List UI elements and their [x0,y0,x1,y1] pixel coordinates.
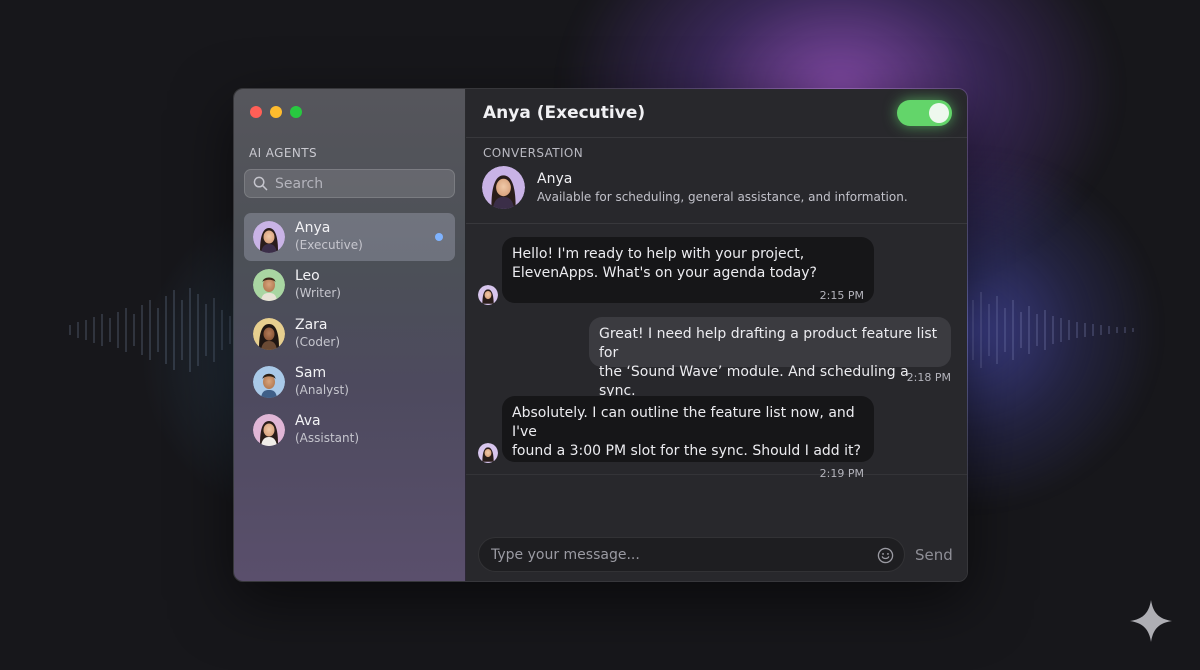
agent-role: (Executive) [295,238,363,252]
sidebar-item-anya[interactable]: Anya (Executive) [244,213,455,261]
sidebar-item-zara[interactable]: Zara (Coder) [244,310,455,358]
app-window: AI AGENTS Anya (Executive) [233,88,968,582]
chat-panel: Anya (Executive) CONVERSATION Anya Avail… [466,89,967,581]
zoom-window-button[interactable] [290,106,302,118]
message-timestamp: 2:15 PM [819,289,864,302]
agent-active-toggle[interactable] [897,100,952,126]
search-box[interactable] [244,169,455,198]
composer: Send [478,537,958,572]
sidebar-item-sam[interactable]: Sam (Analyst) [244,358,455,406]
conversation-agent-description: Available for scheduling, general assist… [537,189,908,204]
close-window-button[interactable] [250,106,262,118]
agent-name: Leo [295,268,320,285]
sidebar: AI AGENTS Anya (Executive) [234,89,466,581]
avatar [253,365,285,398]
message-line: found a 3:00 PM slot for the sync. Shoul… [512,443,861,459]
window-controls [250,106,302,118]
sparkle-icon [1130,600,1172,642]
sidebar-item-ava[interactable]: Ava (Assistant) [244,406,455,454]
agent-role: (Coder) [295,334,341,349]
send-button[interactable]: Send [915,546,953,564]
agent-role: (Analyst) [295,382,349,397]
toggle-knob [929,103,949,123]
avatar [478,443,498,463]
audio-waveform-visualizer [483,483,950,523]
message-line: ElevenApps. What's on your agenda today? [512,265,817,281]
agent-name: Anya [295,220,331,236]
unread-indicator [435,233,443,241]
avatar [482,166,525,209]
message-line: Great! I need help drafting a product fe… [599,326,938,361]
message-list: Hello! I'm ready to help with your proje… [466,224,967,480]
page-title: Anya (Executive) [483,103,646,123]
avatar [253,317,285,350]
sidebar-section-label: AI AGENTS [249,146,317,160]
chat-header: Anya (Executive) [466,89,967,138]
voice-waveform [466,474,967,528]
agent-name: Sam [295,364,327,381]
emoji-icon[interactable] [877,547,894,564]
conversation-agent-card: Anya Available for scheduling, general a… [482,166,908,209]
message-line: Absolutely. I can outline the feature li… [512,405,855,440]
message-input-box[interactable] [478,537,905,572]
sidebar-item-leo[interactable]: Leo (Writer) [244,261,455,309]
agent-role: (Assistant) [295,431,360,446]
minimize-window-button[interactable] [270,106,282,118]
agent-list: Anya (Executive) Leo (Writer) Zara (Code… [244,213,455,454]
message-line: Hello! I'm ready to help with your proje… [512,246,805,262]
conversation-label: CONVERSATION [483,146,584,160]
agent-name: Zara [295,316,328,333]
agent-name: Ava [295,413,321,430]
message-input[interactable] [491,546,861,563]
message-bubble-user: Great! I need help drafting a product fe… [589,317,951,399]
message-bubble-agent: Hello! I'm ready to help with your proje… [502,237,874,303]
avatar [478,285,498,305]
search-input[interactable] [275,175,435,192]
avatar [253,221,285,253]
agent-role: (Writer) [295,286,341,301]
avatar [253,269,285,302]
search-icon [253,176,268,191]
background-waveform-right [972,292,1134,368]
conversation-agent-name: Anya [537,170,573,187]
background-waveform-left [69,288,231,372]
message-bubble-agent: Absolutely. I can outline the feature li… [502,396,874,480]
avatar [253,414,285,447]
